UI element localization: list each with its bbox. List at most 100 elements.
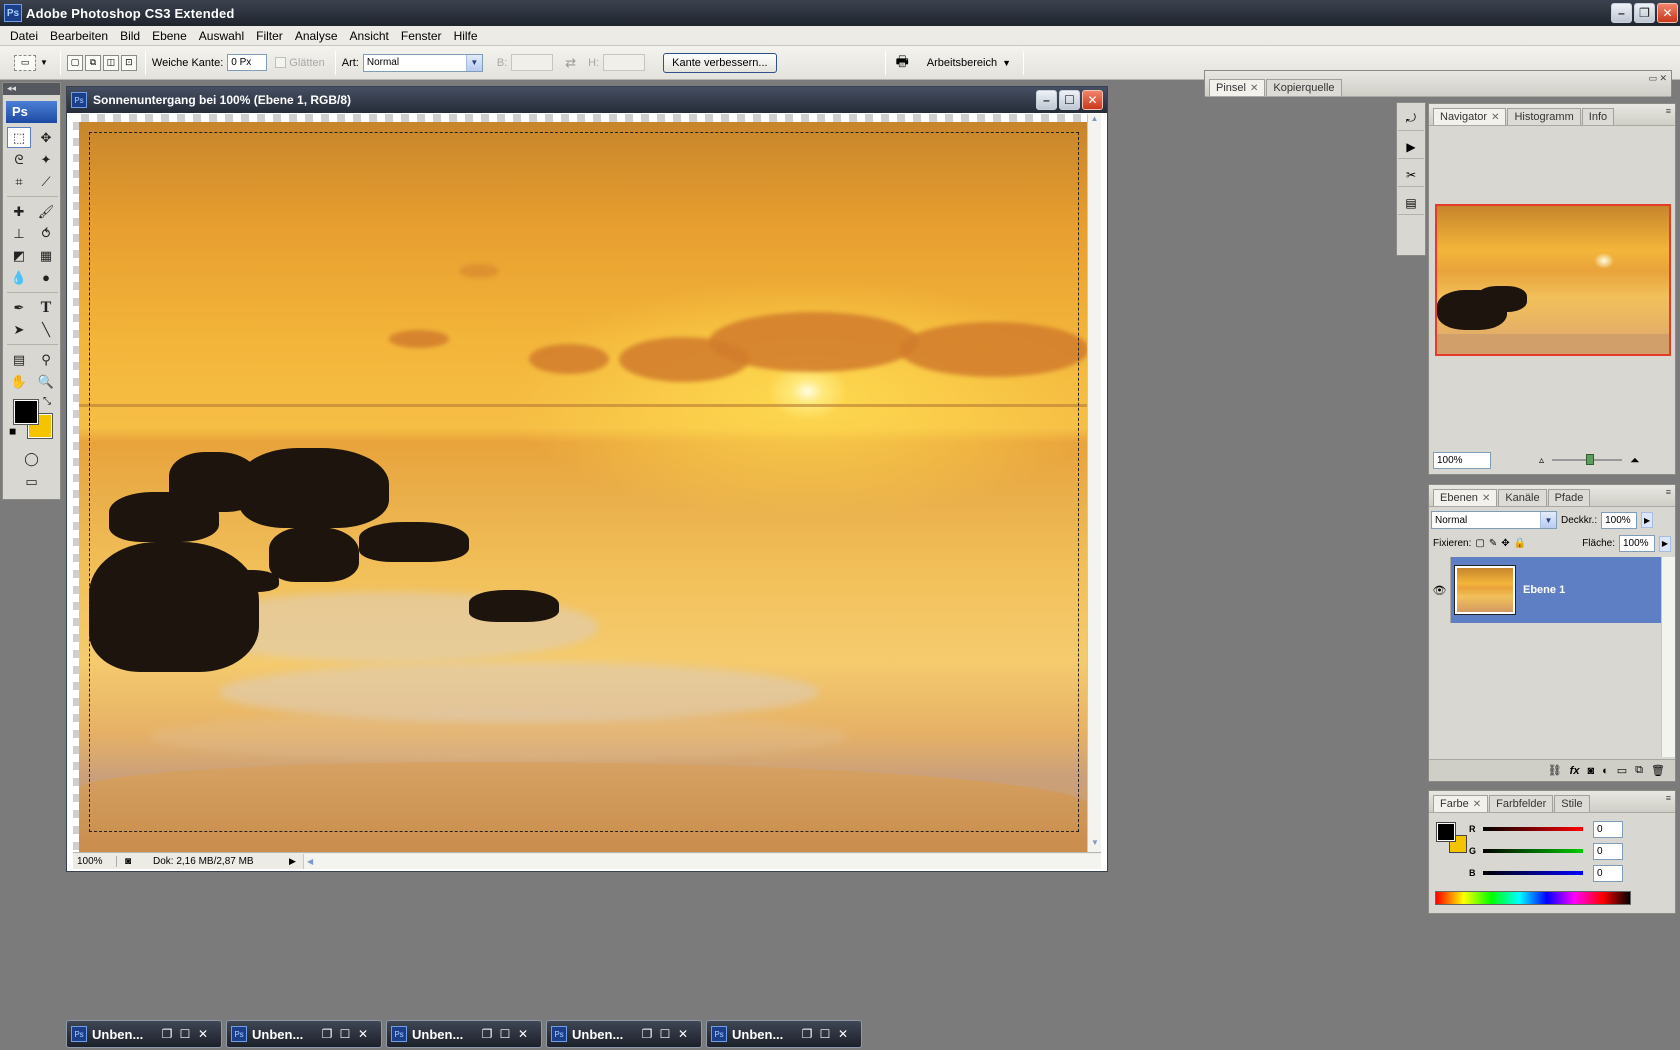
lock-transparent-icon[interactable]: ▢	[1475, 538, 1484, 549]
notes-tool-icon[interactable]: ▤	[7, 349, 31, 370]
new-selection-icon[interactable]: ▢	[66, 54, 83, 71]
actions-icon[interactable]: ▶	[1398, 135, 1424, 159]
marquee-preset-icon[interactable]: ▭	[14, 54, 36, 71]
quick-mask-icon[interactable]: ◯	[20, 448, 44, 469]
document-titlebar[interactable]: Ps Sonnenuntergang bei 100% (Ebene 1, RG…	[67, 87, 1107, 113]
color-fg-swatch[interactable]	[1436, 822, 1456, 842]
close-icon[interactable]: ✕	[514, 1025, 532, 1043]
delete-layer-icon[interactable]: 🗑	[1651, 764, 1665, 777]
minimize-button[interactable]: –	[1611, 3, 1632, 23]
panel-menu-icon[interactable]: ≡	[1666, 793, 1671, 803]
new-layer-icon[interactable]: ⧉	[1635, 764, 1643, 777]
close-icon[interactable]: ✕	[194, 1025, 212, 1043]
layer-comps-icon[interactable]: ▤	[1398, 191, 1424, 215]
scroll-up-icon[interactable]: ▲	[1088, 114, 1101, 128]
maximize-icon[interactable]: ☐	[336, 1025, 354, 1043]
dock-controls-icon[interactable]: ▭ ✕	[1648, 73, 1667, 84]
new-group-icon[interactable]: ▭	[1617, 764, 1627, 777]
zoom-out-icon[interactable]: ▵	[1539, 455, 1544, 466]
tab-histogramm[interactable]: Histogramm	[1507, 108, 1581, 125]
default-colors-icon[interactable]: ◼	[9, 426, 16, 437]
tab-kanaele[interactable]: Kanäle	[1498, 489, 1547, 506]
horizontal-scrollbar[interactable]: ◀	[303, 853, 1101, 869]
history-icon[interactable]: ⤾	[1398, 107, 1424, 131]
menu-datei[interactable]: Datei	[4, 29, 44, 43]
maximize-icon[interactable]: ☐	[496, 1025, 514, 1043]
magic-wand-tool-icon[interactable]: ✦	[34, 149, 58, 170]
zoom-in-icon[interactable]: ⏶	[1630, 453, 1640, 468]
close-icon[interactable]: ✕	[1250, 83, 1258, 94]
minimized-document[interactable]: Ps Unben... ❐ ☐ ✕	[226, 1020, 382, 1048]
minimized-document[interactable]: Ps Unben... ❐ ☐ ✕	[706, 1020, 862, 1048]
swap-dimensions-icon[interactable]: ⇄	[565, 55, 576, 71]
maximize-icon[interactable]: ☐	[816, 1025, 834, 1043]
tab-stile[interactable]: Stile	[1554, 795, 1590, 812]
doc-minimize-button[interactable]: –	[1036, 90, 1057, 110]
layer-row[interactable]: 👁 Ebene 1	[1429, 557, 1661, 623]
link-layers-icon[interactable]: ⛓	[1548, 764, 1562, 777]
vertical-scrollbar[interactable]: ▲ ▼	[1087, 114, 1101, 852]
scroll-down-icon[interactable]: ▼	[1088, 838, 1102, 852]
blend-mode-select[interactable]: Normal ▼	[1431, 511, 1557, 529]
red-input[interactable]: 0	[1593, 820, 1623, 838]
gradient-tool-icon[interactable]: ▦	[34, 245, 58, 266]
line-tool-icon[interactable]: ╲	[34, 319, 58, 340]
antialias-checkbox[interactable]	[275, 57, 287, 68]
menu-analyse[interactable]: Analyse	[289, 29, 344, 43]
type-tool-icon[interactable]: T	[34, 297, 58, 318]
canvas-area[interactable]	[73, 114, 1101, 852]
tab-pfade[interactable]: Pfade	[1547, 489, 1591, 506]
preset-dropdown-icon[interactable]: ▼	[40, 58, 48, 67]
close-icon[interactable]: ✕	[674, 1025, 692, 1043]
menu-hilfe[interactable]: Hilfe	[448, 29, 484, 43]
bridge-icon[interactable]: 🖶	[896, 51, 909, 75]
zoom-slider[interactable]	[1552, 454, 1623, 465]
style-select[interactable]: Normal ▼	[362, 53, 483, 72]
pen-tool-icon[interactable]: ✒	[7, 297, 31, 318]
lock-position-icon[interactable]: ✥	[1501, 538, 1509, 549]
doc-maximize-button[interactable]: ☐	[1059, 90, 1080, 110]
panel-menu-icon[interactable]: ≡	[1666, 106, 1671, 116]
fill-input[interactable]: 100%	[1619, 535, 1655, 552]
menu-ansicht[interactable]: Ansicht	[344, 29, 395, 43]
adjustment-layer-icon[interactable]: ◐	[1602, 765, 1609, 777]
visibility-eye-icon[interactable]: 👁	[1429, 557, 1451, 623]
crop-tool-icon[interactable]: ⌗	[7, 171, 31, 192]
dodge-tool-icon[interactable]: ●	[34, 267, 58, 288]
workspace-dropdown-icon[interactable]: ▼	[1002, 58, 1011, 68]
minimized-document[interactable]: Ps Unben... ❐ ☐ ✕	[546, 1020, 702, 1048]
close-icon[interactable]: ✕	[834, 1025, 852, 1043]
close-icon[interactable]: ✕	[1491, 112, 1499, 123]
lock-all-icon[interactable]: 🔒	[1514, 538, 1526, 549]
zoom-slider-handle[interactable]	[1586, 454, 1595, 465]
slice-tool-icon[interactable]: ⟋	[34, 171, 58, 192]
minimized-document[interactable]: Ps Unben... ❐ ☐ ✕	[66, 1020, 222, 1048]
history-brush-tool-icon[interactable]: ⥀	[34, 223, 58, 244]
color-spectrum-bar[interactable]	[1435, 891, 1631, 905]
feather-input[interactable]: 0 Px	[227, 54, 268, 71]
panel-menu-icon[interactable]: ≡	[1666, 487, 1671, 497]
lasso-tool-icon[interactable]: ᘓ	[7, 149, 31, 170]
intersect-selection-icon[interactable]: ⊡	[120, 54, 137, 71]
restore-icon[interactable]: ❐	[318, 1025, 336, 1043]
screen-mode-icon[interactable]: ▭	[20, 471, 44, 492]
opacity-input[interactable]: 100%	[1601, 511, 1638, 529]
marquee-tool-icon[interactable]: ⬚	[7, 127, 31, 148]
hand-tool-icon[interactable]: ✋	[7, 371, 31, 392]
menu-ebene[interactable]: Ebene	[146, 29, 193, 43]
tool-presets-icon[interactable]: ✂	[1398, 163, 1424, 187]
menu-auswahl[interactable]: Auswahl	[193, 29, 250, 43]
fill-arrow-icon[interactable]: ▶	[1659, 535, 1671, 552]
tab-farbe[interactable]: Farbe ✕	[1433, 795, 1489, 812]
menu-filter[interactable]: Filter	[250, 29, 289, 43]
zoom-tool-icon[interactable]: 🔍	[34, 371, 58, 392]
restore-icon[interactable]: ❐	[638, 1025, 656, 1043]
eyedropper-tool-icon[interactable]: ⚲	[34, 349, 58, 370]
blue-slider[interactable]	[1483, 871, 1583, 875]
minimized-document[interactable]: Ps Unben... ❐ ☐ ✕	[386, 1020, 542, 1048]
workspace-menu[interactable]: Arbeitsbereich	[927, 57, 997, 69]
maximize-icon[interactable]: ☐	[176, 1025, 194, 1043]
close-icon[interactable]: ✕	[354, 1025, 372, 1043]
restore-icon[interactable]: ❐	[158, 1025, 176, 1043]
add-selection-icon[interactable]: ⧉	[84, 54, 101, 71]
